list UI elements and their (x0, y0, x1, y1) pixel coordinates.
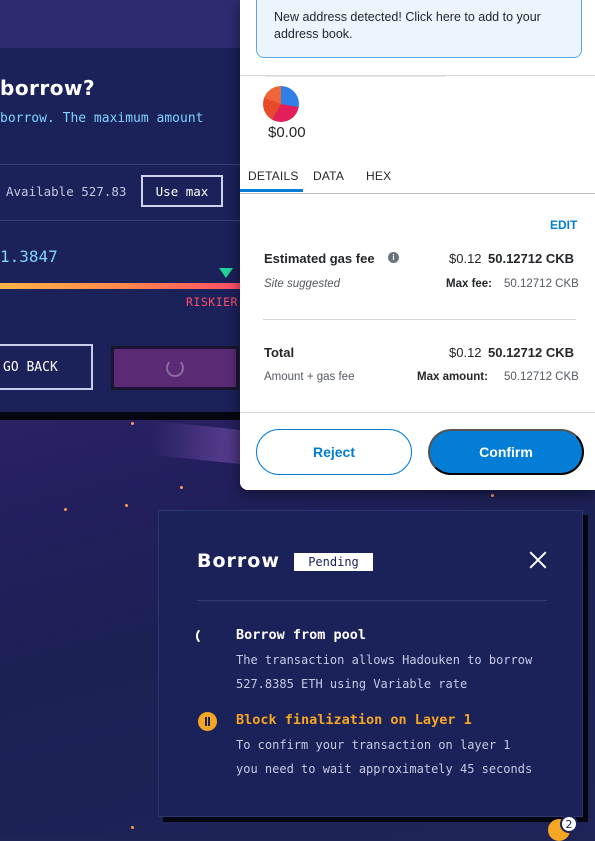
step-progress-spinner-icon (196, 627, 214, 645)
divider (240, 75, 595, 76)
notifications-widget[interactable]: 2 (546, 815, 586, 841)
amount-value: 1.3847 (0, 247, 58, 266)
status-badge: Pending (294, 553, 373, 571)
modal-title: Borrow (197, 550, 280, 572)
new-address-alert-text: New address detected! Click here to add … (274, 10, 541, 41)
step-description: To confirm your transaction on layer 1 y… (236, 733, 556, 781)
borrow-heading: borrow? (0, 76, 96, 100)
edit-gas-link[interactable]: EDIT (550, 218, 577, 232)
star-dot (491, 494, 494, 497)
gas-fee-usd: $0.12 (449, 251, 482, 266)
max-amount-label: Max amount: (417, 371, 488, 383)
step-description-line: The transaction allows Hadouken to borro… (236, 653, 533, 667)
star-dot (125, 504, 128, 507)
health-factor-bar (0, 283, 240, 289)
star-dot (131, 826, 134, 829)
max-fee-value: 50.12712 CKB (504, 278, 579, 290)
star-dot (64, 508, 67, 511)
tab-details[interactable]: DETAILS (248, 169, 299, 183)
pause-icon (198, 712, 217, 731)
transaction-amount: $0.00 (268, 124, 306, 141)
close-icon[interactable] (529, 551, 547, 569)
notification-count-badge: 2 (560, 815, 578, 833)
site-suggested-label: Site suggested (264, 278, 341, 290)
step-description-line: 527.8385 ETH using Variable rate (236, 677, 468, 691)
top-band (0, 0, 250, 48)
total-ckb: 50.12712 CKB (488, 345, 574, 360)
go-back-button[interactable]: GO BACK (0, 344, 93, 390)
star-dot (131, 422, 134, 425)
gas-fee-ckb: 50.12712 CKB (488, 251, 574, 266)
tab-hex[interactable]: HEX (366, 169, 391, 183)
step-description-line: To confirm your transaction on layer 1 (236, 738, 511, 752)
borrow-subtext: borrow. The maximum amount (0, 111, 204, 126)
health-marker-icon (219, 268, 233, 278)
max-fee-label: Max fee: (446, 278, 493, 290)
gas-fee-label: Estimated gas fee (264, 251, 375, 266)
new-address-alert[interactable]: New address detected! Click here to add … (256, 0, 582, 58)
riskier-label: RISKIER (186, 295, 238, 309)
token-identicon-icon (263, 86, 299, 122)
step-title: Block finalization on Layer 1 (236, 712, 472, 728)
available-balance: Available 527.83 (6, 184, 127, 199)
total-usd: $0.12 (449, 345, 482, 360)
use-max-button[interactable]: Use max (141, 175, 223, 207)
panel-bottom-edge (0, 412, 250, 420)
step-description-line: you need to wait approximately 45 second… (236, 762, 533, 776)
reject-button[interactable]: Reject (256, 429, 412, 475)
divider (263, 319, 576, 320)
submit-button[interactable] (111, 346, 239, 390)
star-dot (180, 486, 183, 489)
tab-data[interactable]: DATA (313, 169, 344, 183)
max-amount-value: 50.12712 CKB (504, 371, 579, 383)
divider (197, 600, 547, 601)
info-icon[interactable]: i (388, 252, 399, 263)
total-label: Total (264, 345, 295, 360)
confirm-button[interactable]: Confirm (428, 429, 584, 475)
step-title: Borrow from pool (236, 627, 367, 643)
wallet-confirmation-popup: New address detected! Click here to add … (240, 0, 595, 490)
step-description: The transaction allows Hadouken to borro… (236, 648, 556, 696)
active-tab-indicator (240, 189, 303, 192)
loading-spinner-icon (166, 359, 184, 377)
amount-gas-label: Amount + gas fee (264, 371, 355, 383)
